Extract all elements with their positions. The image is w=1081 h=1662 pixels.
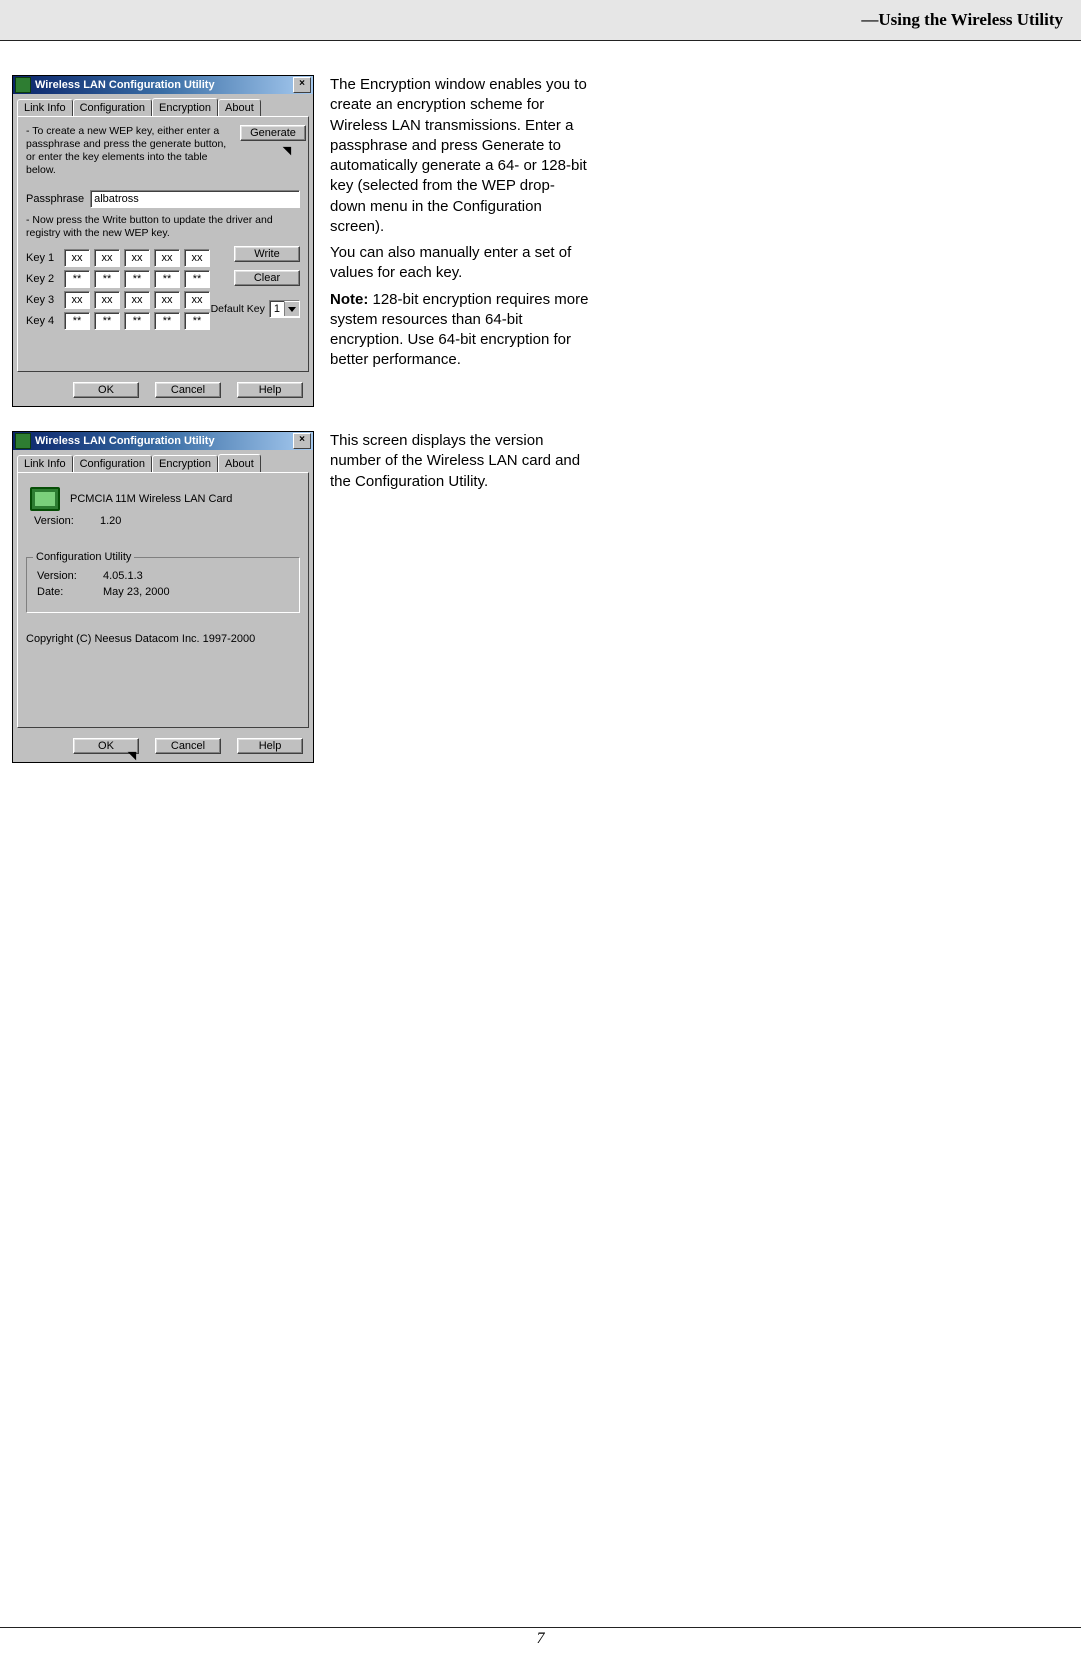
- key4-label: Key 4: [26, 315, 60, 327]
- note-label: Note:: [330, 291, 368, 308]
- app-icon: [15, 433, 31, 449]
- help-button[interactable]: Help: [237, 738, 303, 754]
- page-header-title: —Using the Wireless Utility: [861, 10, 1063, 30]
- config-utility-group: Configuration Utility Version: 4.05.1.3 …: [26, 557, 300, 613]
- key3-cell[interactable]: xx: [124, 291, 150, 309]
- note-text: 128-bit encryption requires more system …: [330, 291, 588, 369]
- dialog-buttons: OK Cancel Help: [13, 376, 313, 406]
- encryption-window: Wireless LAN Configuration Utility × Lin…: [12, 75, 314, 407]
- default-key-select[interactable]: 1: [269, 300, 300, 318]
- write-button[interactable]: Write: [234, 246, 300, 262]
- about-window: Wireless LAN Configuration Utility × Lin…: [12, 431, 314, 763]
- key3-cell[interactable]: xx: [94, 291, 120, 309]
- card-version-value: 1.20: [100, 515, 121, 527]
- about-desc-p1: This screen displays the version number …: [330, 431, 590, 492]
- close-icon[interactable]: ×: [293, 433, 311, 449]
- card-version-label: Version:: [34, 515, 80, 527]
- page-number: 7: [537, 1630, 545, 1647]
- app-icon: [15, 77, 31, 93]
- encryption-panel: - To create a new WEP key, either enter …: [17, 116, 309, 372]
- tab-configuration[interactable]: Configuration: [73, 99, 152, 117]
- key-grid: Key 1 xx xx xx xx xx Key 2 ** ** **: [26, 246, 210, 333]
- titlebar: Wireless LAN Configuration Utility ×: [13, 432, 313, 450]
- page-footer: 7: [0, 1627, 1081, 1648]
- cursor-icon: [283, 143, 296, 156]
- key4-cell[interactable]: **: [64, 312, 90, 330]
- key4-cell[interactable]: **: [124, 312, 150, 330]
- tabs: Link Info Configuration Encryption About: [13, 450, 313, 472]
- key1-cell[interactable]: xx: [124, 249, 150, 267]
- util-version-label: Version:: [37, 570, 83, 582]
- cancel-button[interactable]: Cancel: [155, 738, 221, 754]
- help-button[interactable]: Help: [237, 382, 303, 398]
- about-panel: PCMCIA 11M Wireless LAN Card Version: 1.…: [17, 472, 309, 728]
- tab-about[interactable]: About: [218, 99, 261, 117]
- tab-encryption[interactable]: Encryption: [152, 98, 218, 116]
- card-name: PCMCIA 11M Wireless LAN Card: [70, 493, 232, 505]
- passphrase-label: Passphrase: [26, 193, 84, 205]
- util-date-value: May 23, 2000: [103, 586, 170, 598]
- default-key-value: 1: [270, 303, 284, 315]
- tab-encryption[interactable]: Encryption: [152, 455, 218, 473]
- key1-cell[interactable]: xx: [184, 249, 210, 267]
- row-encryption: Wireless LAN Configuration Utility × Lin…: [12, 75, 1069, 407]
- cancel-button[interactable]: Cancel: [155, 382, 221, 398]
- tab-about[interactable]: About: [218, 454, 261, 472]
- default-key-label: Default Key: [211, 303, 265, 315]
- tab-link-info[interactable]: Link Info: [17, 455, 73, 473]
- dialog-buttons: OK Cancel Help: [13, 732, 313, 762]
- tabs: Link Info Configuration Encryption About: [13, 94, 313, 116]
- key4-cell[interactable]: **: [94, 312, 120, 330]
- clear-button[interactable]: Clear: [234, 270, 300, 286]
- row-about: Wireless LAN Configuration Utility × Lin…: [12, 431, 1069, 763]
- util-date-label: Date:: [37, 586, 83, 598]
- encryption-description: The Encryption window enables you to cre…: [330, 75, 590, 377]
- key1-cell[interactable]: xx: [94, 249, 120, 267]
- window-title: Wireless LAN Configuration Utility: [35, 79, 215, 91]
- tab-link-info[interactable]: Link Info: [17, 99, 73, 117]
- key2-cell[interactable]: **: [154, 270, 180, 288]
- key1-cell[interactable]: xx: [154, 249, 180, 267]
- key3-label: Key 3: [26, 294, 60, 306]
- group-legend: Configuration Utility: [33, 551, 134, 563]
- key2-cell[interactable]: **: [124, 270, 150, 288]
- key3-cell[interactable]: xx: [184, 291, 210, 309]
- instruction-mid: - Now press the Write button to update t…: [26, 214, 300, 240]
- key2-cell[interactable]: **: [64, 270, 90, 288]
- key4-cell[interactable]: **: [154, 312, 180, 330]
- instruction-top: - To create a new WEP key, either enter …: [26, 125, 232, 178]
- key2-cell[interactable]: **: [184, 270, 210, 288]
- chevron-down-icon: [284, 301, 299, 316]
- generate-button[interactable]: Generate: [240, 125, 306, 141]
- util-version-value: 4.05.1.3: [103, 570, 143, 582]
- key1-cell[interactable]: xx: [64, 249, 90, 267]
- key3-cell[interactable]: xx: [64, 291, 90, 309]
- desc-p2: You can also manually enter a set of val…: [330, 243, 590, 284]
- window-title: Wireless LAN Configuration Utility: [35, 435, 215, 447]
- titlebar: Wireless LAN Configuration Utility ×: [13, 76, 313, 94]
- page-header: —Using the Wireless Utility: [0, 0, 1081, 41]
- about-description: This screen displays the version number …: [330, 431, 590, 498]
- tab-configuration[interactable]: Configuration: [73, 455, 152, 473]
- lan-card-icon: [30, 487, 60, 511]
- key3-cell[interactable]: xx: [154, 291, 180, 309]
- desc-p1: The Encryption window enables you to cre…: [330, 75, 590, 237]
- ok-button[interactable]: OK: [73, 382, 139, 398]
- copyright-text: Copyright (C) Neesus Datacom Inc. 1997-2…: [26, 633, 300, 645]
- key4-cell[interactable]: **: [184, 312, 210, 330]
- key2-label: Key 2: [26, 273, 60, 285]
- key1-label: Key 1: [26, 252, 60, 264]
- desc-note: Note: 128-bit encryption requires more s…: [330, 290, 590, 371]
- key2-cell[interactable]: **: [94, 270, 120, 288]
- close-icon[interactable]: ×: [293, 77, 311, 93]
- passphrase-input[interactable]: albatross: [90, 190, 300, 208]
